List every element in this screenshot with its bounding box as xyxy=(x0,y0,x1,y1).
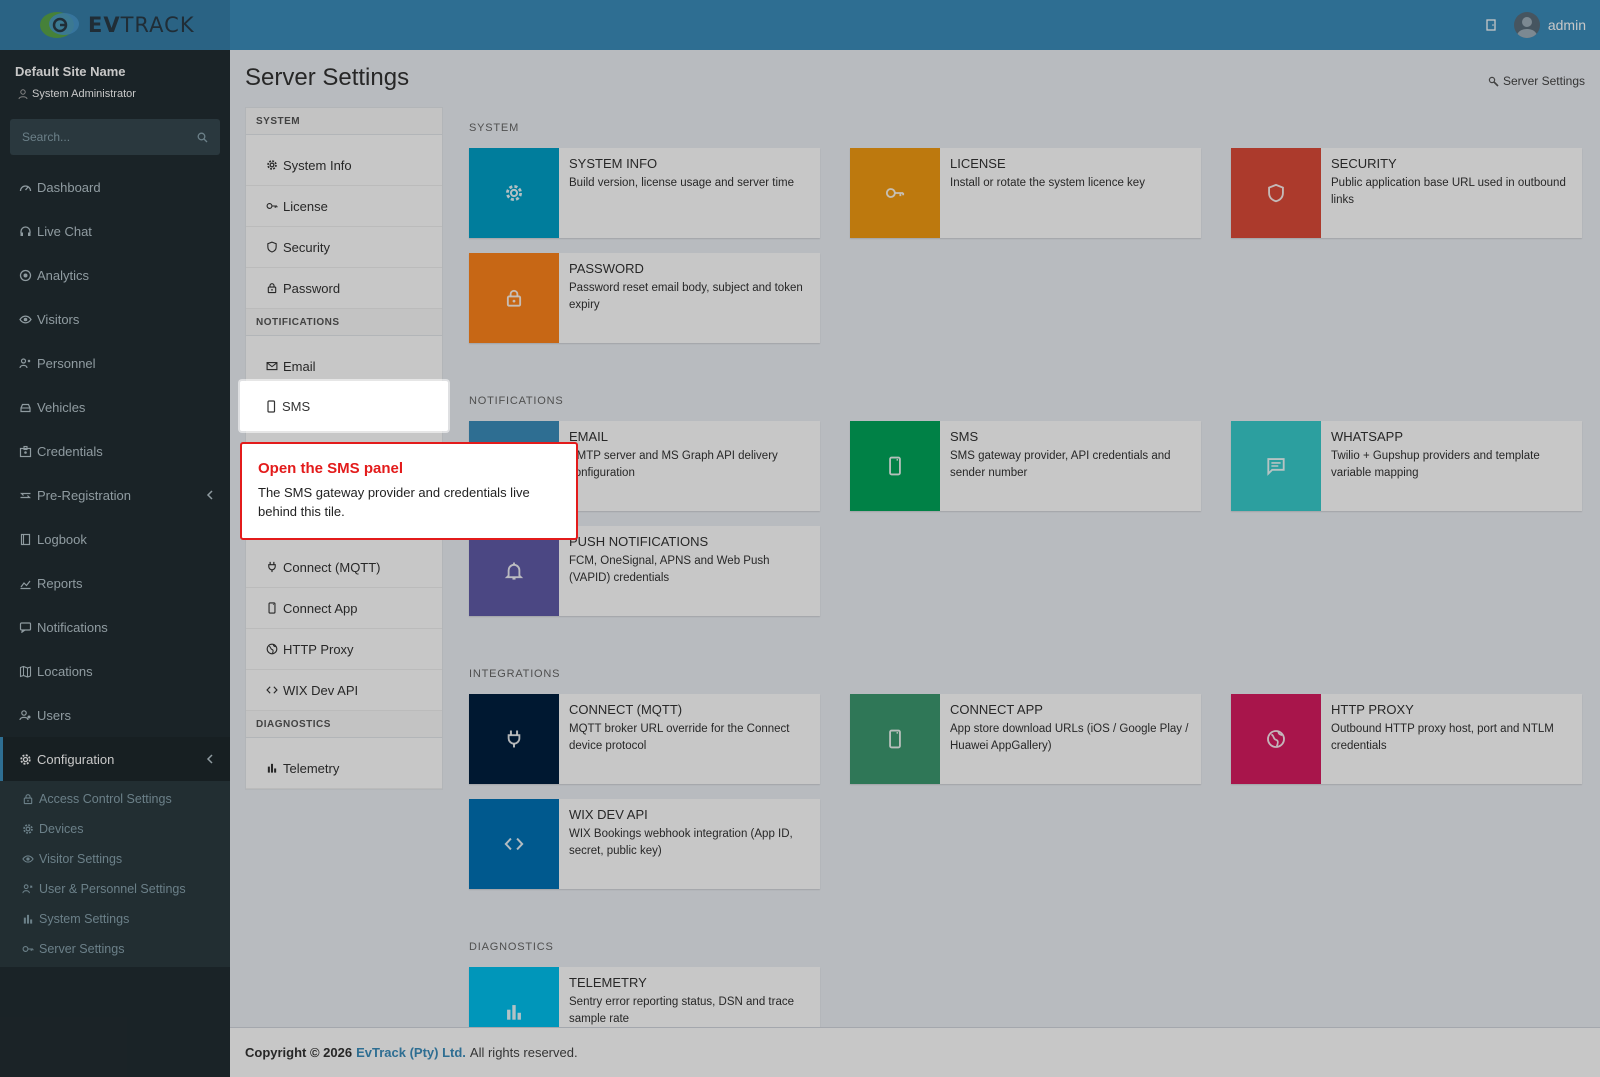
tour-body: The SMS gateway provider and credentials… xyxy=(258,485,530,519)
tour-highlight-sms[interactable]: SMS xyxy=(240,381,448,431)
tour-title: Open the SMS panel xyxy=(258,460,404,477)
mobile-icon xyxy=(267,399,276,413)
settings-nav-sms[interactable]: SMS xyxy=(240,381,448,431)
tour-tooltip: Open the SMS panel The SMS gateway provi… xyxy=(240,442,578,540)
